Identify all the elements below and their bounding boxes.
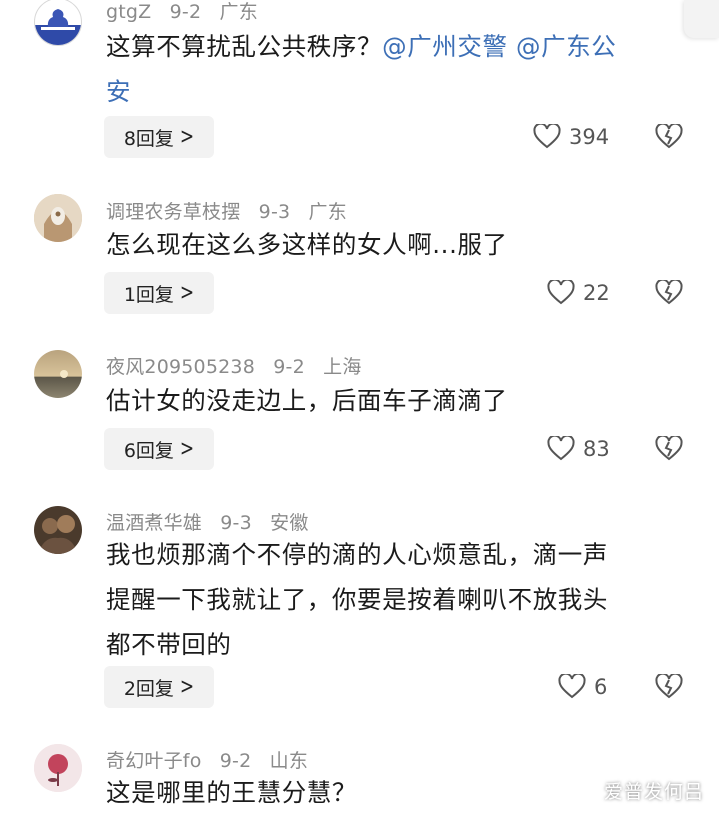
like-button[interactable]: 6 xyxy=(558,674,607,699)
username[interactable]: 夜风209505238 xyxy=(106,356,255,378)
dislike-button[interactable] xyxy=(655,672,683,703)
comment-location: 上海 xyxy=(323,356,362,378)
username[interactable]: 调理农务草枝摆 xyxy=(106,201,240,223)
comment-meta: 调理农务草枝摆 9-3 广东 xyxy=(106,197,359,224)
comment-meta: 奇幻叶子fo 9-2 山东 xyxy=(106,746,320,773)
like-count: 22 xyxy=(583,280,610,305)
dislike-button[interactable] xyxy=(655,122,683,153)
comment-text: 我也烦那滴个不停的滴的人心烦意乱，滴一声 提醒一下我就让了，你要是按着喇叭不放我… xyxy=(106,532,686,667)
username[interactable]: 温酒煮华雄 xyxy=(106,512,202,534)
heart-outline-icon xyxy=(547,280,575,305)
reply-count: 8回复 xyxy=(123,127,174,150)
watermark: 爱普发何吕 xyxy=(604,781,705,803)
comment-text-line: 我也烦那滴个不停的滴的人心烦意乱，滴一声 xyxy=(106,540,608,569)
broken-heart-icon xyxy=(655,122,683,149)
reply-count: 2回复 xyxy=(123,677,174,700)
view-replies-button[interactable]: 6回复 > xyxy=(104,428,214,470)
comment-text-plain: 这算不算扰乱公共秩序？ xyxy=(106,32,383,61)
comment-text: 估计女的没走边上，后面车子滴滴了 xyxy=(106,386,508,415)
comment-meta: 温酒煮华雄 9-3 安徽 xyxy=(106,508,321,535)
username[interactable]: 奇幻叶子fo xyxy=(106,750,202,772)
reply-count: 6回复 xyxy=(123,439,174,462)
comment-text-line: 都不带回的 xyxy=(106,630,232,659)
comment-date: 9-2 xyxy=(219,750,252,772)
mention-link[interactable]: @广州交警 xyxy=(382,32,508,61)
comment-text-line: 提醒一下我就让了，你要是按着喇叭不放我头 xyxy=(106,585,608,614)
view-replies-button[interactable]: 2回复 > xyxy=(104,666,214,708)
broken-heart-icon xyxy=(655,278,683,305)
chevron-right-icon: > xyxy=(179,674,195,700)
comment-text: 怎么现在这么多这样的女人啊...服了 xyxy=(106,230,508,259)
like-count: 394 xyxy=(569,124,610,149)
comment-date: 9-3 xyxy=(258,201,291,223)
like-button[interactable]: 83 xyxy=(547,436,610,461)
broken-heart-icon xyxy=(655,434,683,461)
avatar[interactable] xyxy=(34,194,82,242)
comment-text: 这算不算扰乱公共秩序？@广州交警 @广东公 安 xyxy=(106,24,686,114)
username[interactable]: gtgZ xyxy=(106,1,151,23)
avatar[interactable] xyxy=(34,0,82,46)
heart-outline-icon xyxy=(558,674,586,699)
comment-location: 广东 xyxy=(308,201,347,223)
comment-date: 9-2 xyxy=(273,356,305,378)
comment-text: 这是哪里的王慧分慧？ xyxy=(106,778,357,807)
avatar[interactable] xyxy=(34,744,82,792)
dislike-button[interactable] xyxy=(655,434,683,465)
view-replies-button[interactable]: 8回复 > xyxy=(104,116,214,158)
dislike-button[interactable] xyxy=(655,278,683,309)
comment-location: 安徽 xyxy=(270,512,309,534)
chevron-right-icon: > xyxy=(179,124,195,150)
mention-link-continued[interactable]: 安 xyxy=(106,77,131,106)
heart-outline-icon xyxy=(533,124,561,149)
view-replies-button[interactable]: 1回复 > xyxy=(104,272,214,314)
comment-meta: 夜风209505238 9-2 上海 xyxy=(106,352,374,379)
heart-outline-icon xyxy=(547,436,575,461)
like-count: 6 xyxy=(594,674,608,699)
chevron-right-icon: > xyxy=(179,436,195,462)
avatar[interactable] xyxy=(34,350,82,398)
like-count: 83 xyxy=(583,436,610,461)
mention-link[interactable]: @广东公 xyxy=(516,32,616,61)
like-button[interactable]: 22 xyxy=(547,280,610,305)
comment-meta: gtgZ 9-2 广东 xyxy=(106,0,270,24)
chevron-right-icon: > xyxy=(179,280,195,306)
like-button[interactable]: 394 xyxy=(533,124,609,149)
avatar[interactable] xyxy=(34,506,82,554)
broken-heart-icon xyxy=(655,672,683,699)
floating-panel-edge[interactable] xyxy=(684,0,719,38)
comment-location: 广东 xyxy=(219,1,258,23)
comment-location: 山东 xyxy=(269,750,309,772)
reply-count: 1回复 xyxy=(123,283,174,306)
comment-date: 9-3 xyxy=(220,512,252,534)
comment-date: 9-2 xyxy=(169,1,202,23)
